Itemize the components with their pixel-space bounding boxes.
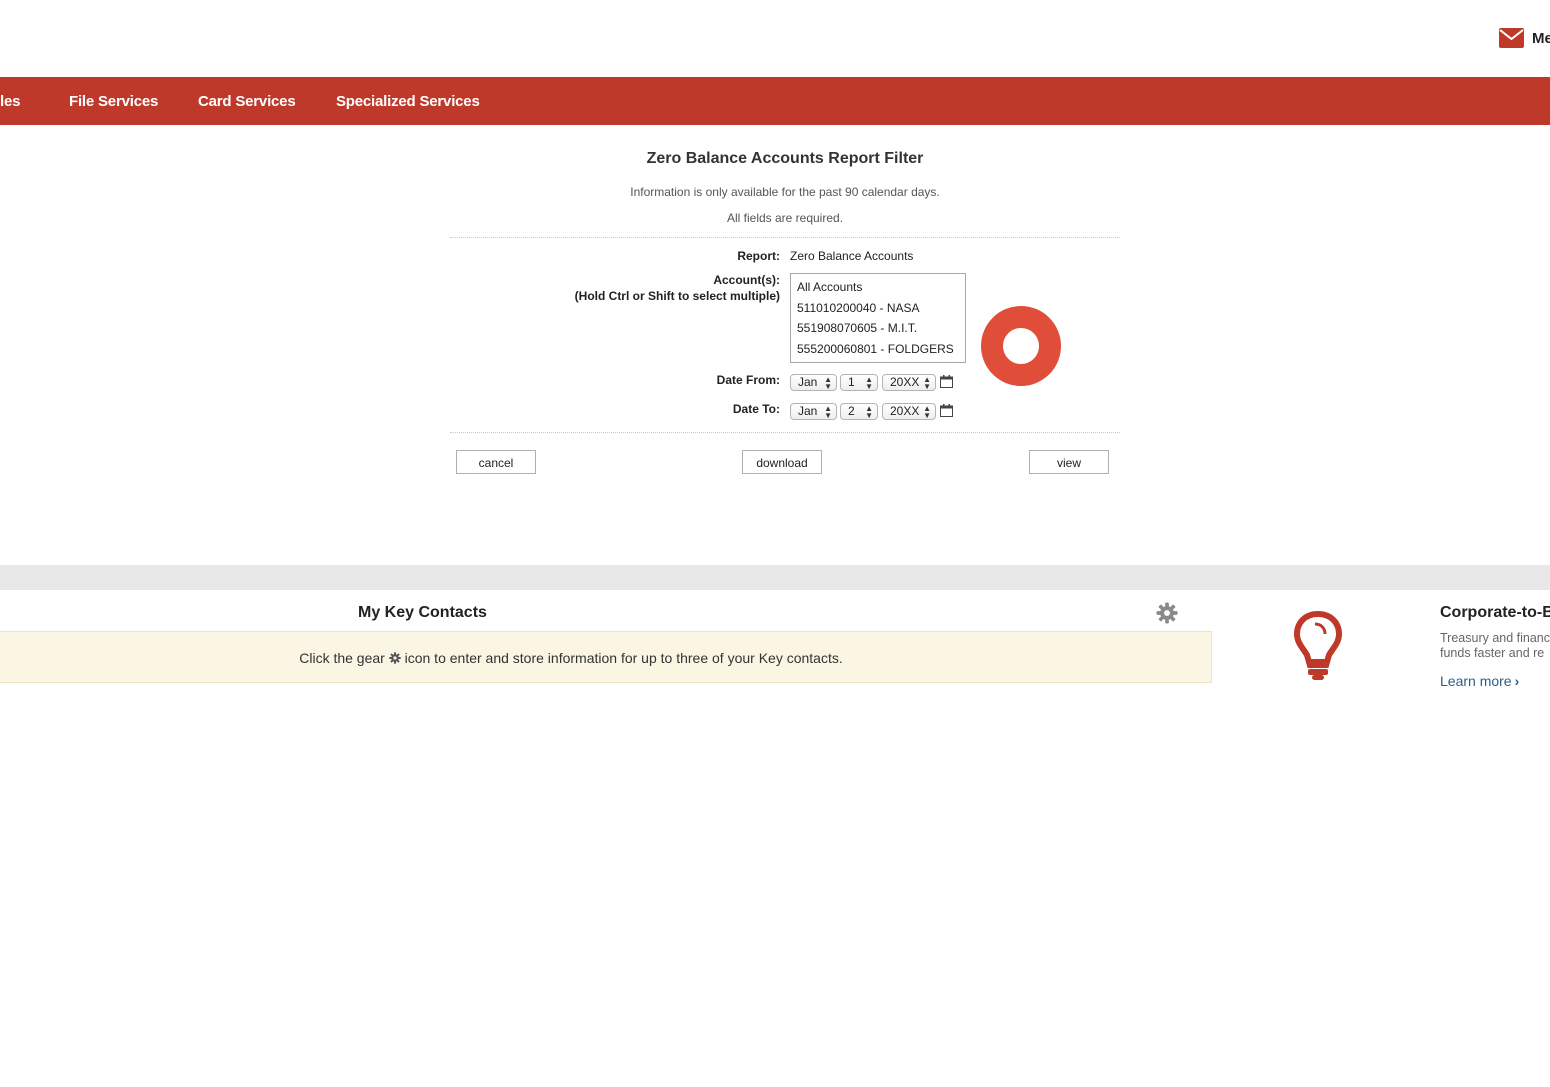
date-from-month-select[interactable]: Jan ▲ ▼ bbox=[790, 374, 837, 391]
nav-item-partial[interactable]: les bbox=[0, 93, 20, 110]
section-divider-band bbox=[0, 565, 1550, 590]
date-from-label: Date From: bbox=[716, 373, 780, 387]
envelope-icon bbox=[1499, 28, 1524, 48]
select-arrows-icon: ▲ ▼ bbox=[923, 404, 931, 420]
notice-text-before: Click the gear bbox=[299, 650, 385, 666]
date-from-day-value: 1 bbox=[848, 375, 855, 389]
key-contacts-title: My Key Contacts bbox=[358, 604, 487, 621]
date-from-day-select[interactable]: 1 ▲ ▼ bbox=[840, 374, 878, 391]
date-to-month-select[interactable]: Jan ▲ ▼ bbox=[790, 403, 837, 420]
view-button[interactable]: view bbox=[1029, 450, 1109, 474]
info-availability: Information is only available for the pa… bbox=[630, 185, 940, 199]
messages-label: Me bbox=[1532, 29, 1550, 47]
select-arrows-icon: ▲ ▼ bbox=[865, 404, 873, 420]
calendar-icon[interactable] bbox=[940, 375, 953, 388]
date-to-day-value: 2 bbox=[848, 404, 855, 418]
report-value: Zero Balance Accounts bbox=[790, 249, 914, 263]
date-from-month-value: Jan bbox=[798, 375, 818, 389]
select-arrows-icon: ▲ ▼ bbox=[824, 375, 832, 391]
cancel-button[interactable]: cancel bbox=[456, 450, 536, 474]
chevron-right-icon: › bbox=[1514, 673, 1520, 689]
promo-desc-line: funds faster and re bbox=[1440, 646, 1545, 660]
select-arrows-icon: ▲ ▼ bbox=[824, 404, 832, 420]
download-button[interactable]: download bbox=[742, 450, 822, 474]
date-to-year-select[interactable]: 20XX ▲ ▼ bbox=[882, 403, 936, 420]
select-arrows-icon: ▲ ▼ bbox=[923, 375, 931, 391]
account-option[interactable]: 511010200040 - NASA bbox=[791, 298, 965, 319]
date-to-label: Date To: bbox=[732, 402, 780, 416]
gear-icon[interactable] bbox=[1156, 602, 1178, 624]
divider bbox=[450, 237, 1120, 238]
accounts-label: Account(s): bbox=[713, 273, 780, 287]
key-contacts-notice-text: Click the gear icon to enter and store i… bbox=[0, 650, 1142, 666]
date-to-month-value: Jan bbox=[798, 404, 818, 418]
lightbulb-icon bbox=[1293, 610, 1343, 680]
account-option[interactable]: 555200060801 - FOLDGERS bbox=[791, 339, 965, 360]
promo-title: Corporate-to-B bbox=[1440, 604, 1550, 621]
select-arrows-icon: ▲ ▼ bbox=[865, 375, 873, 391]
accounts-multiselect[interactable]: All Accounts 511010200040 - NASA 5519080… bbox=[790, 273, 966, 363]
date-to-day-select[interactable]: 2 ▲ ▼ bbox=[840, 403, 878, 420]
promo-description: Treasury and financ funds faster and re bbox=[1440, 631, 1550, 661]
learn-more-link[interactable]: Learn more › bbox=[1440, 673, 1519, 689]
divider bbox=[450, 432, 1120, 433]
date-to-year-value: 20XX bbox=[890, 404, 920, 418]
learn-more-label: Learn more bbox=[1440, 673, 1512, 689]
accounts-hint: (Hold Ctrl or Shift to select multiple) bbox=[574, 289, 780, 303]
account-option[interactable]: All Accounts bbox=[791, 277, 965, 298]
nav-item-card-services[interactable]: Card Services bbox=[198, 93, 296, 110]
report-filter-title: Zero Balance Accounts Report Filter bbox=[646, 150, 924, 167]
account-option[interactable]: 551908070605 - M.I.T. bbox=[791, 318, 965, 339]
gear-icon bbox=[388, 652, 401, 664]
messages-link[interactable]: Me bbox=[1499, 28, 1550, 48]
info-required: All fields are required. bbox=[726, 211, 844, 225]
date-from-year-value: 20XX bbox=[890, 375, 920, 389]
nav-item-specialized-services[interactable]: Specialized Services bbox=[336, 93, 480, 110]
nav-item-file-services[interactable]: File Services bbox=[69, 93, 158, 110]
main-nav: les File Services Card Services Speciali… bbox=[0, 77, 1550, 125]
key-contacts-notice: Click the gear icon to enter and store i… bbox=[0, 631, 1212, 683]
calendar-icon[interactable] bbox=[940, 404, 953, 417]
report-label: Report: bbox=[737, 249, 780, 263]
top-header: Me bbox=[0, 0, 1550, 77]
loading-spinner-icon bbox=[981, 306, 1061, 386]
notice-text-after: icon to enter and store information for … bbox=[404, 650, 843, 666]
date-from-year-select[interactable]: 20XX ▲ ▼ bbox=[882, 374, 936, 391]
promo-desc-line: Treasury and financ bbox=[1440, 631, 1550, 645]
